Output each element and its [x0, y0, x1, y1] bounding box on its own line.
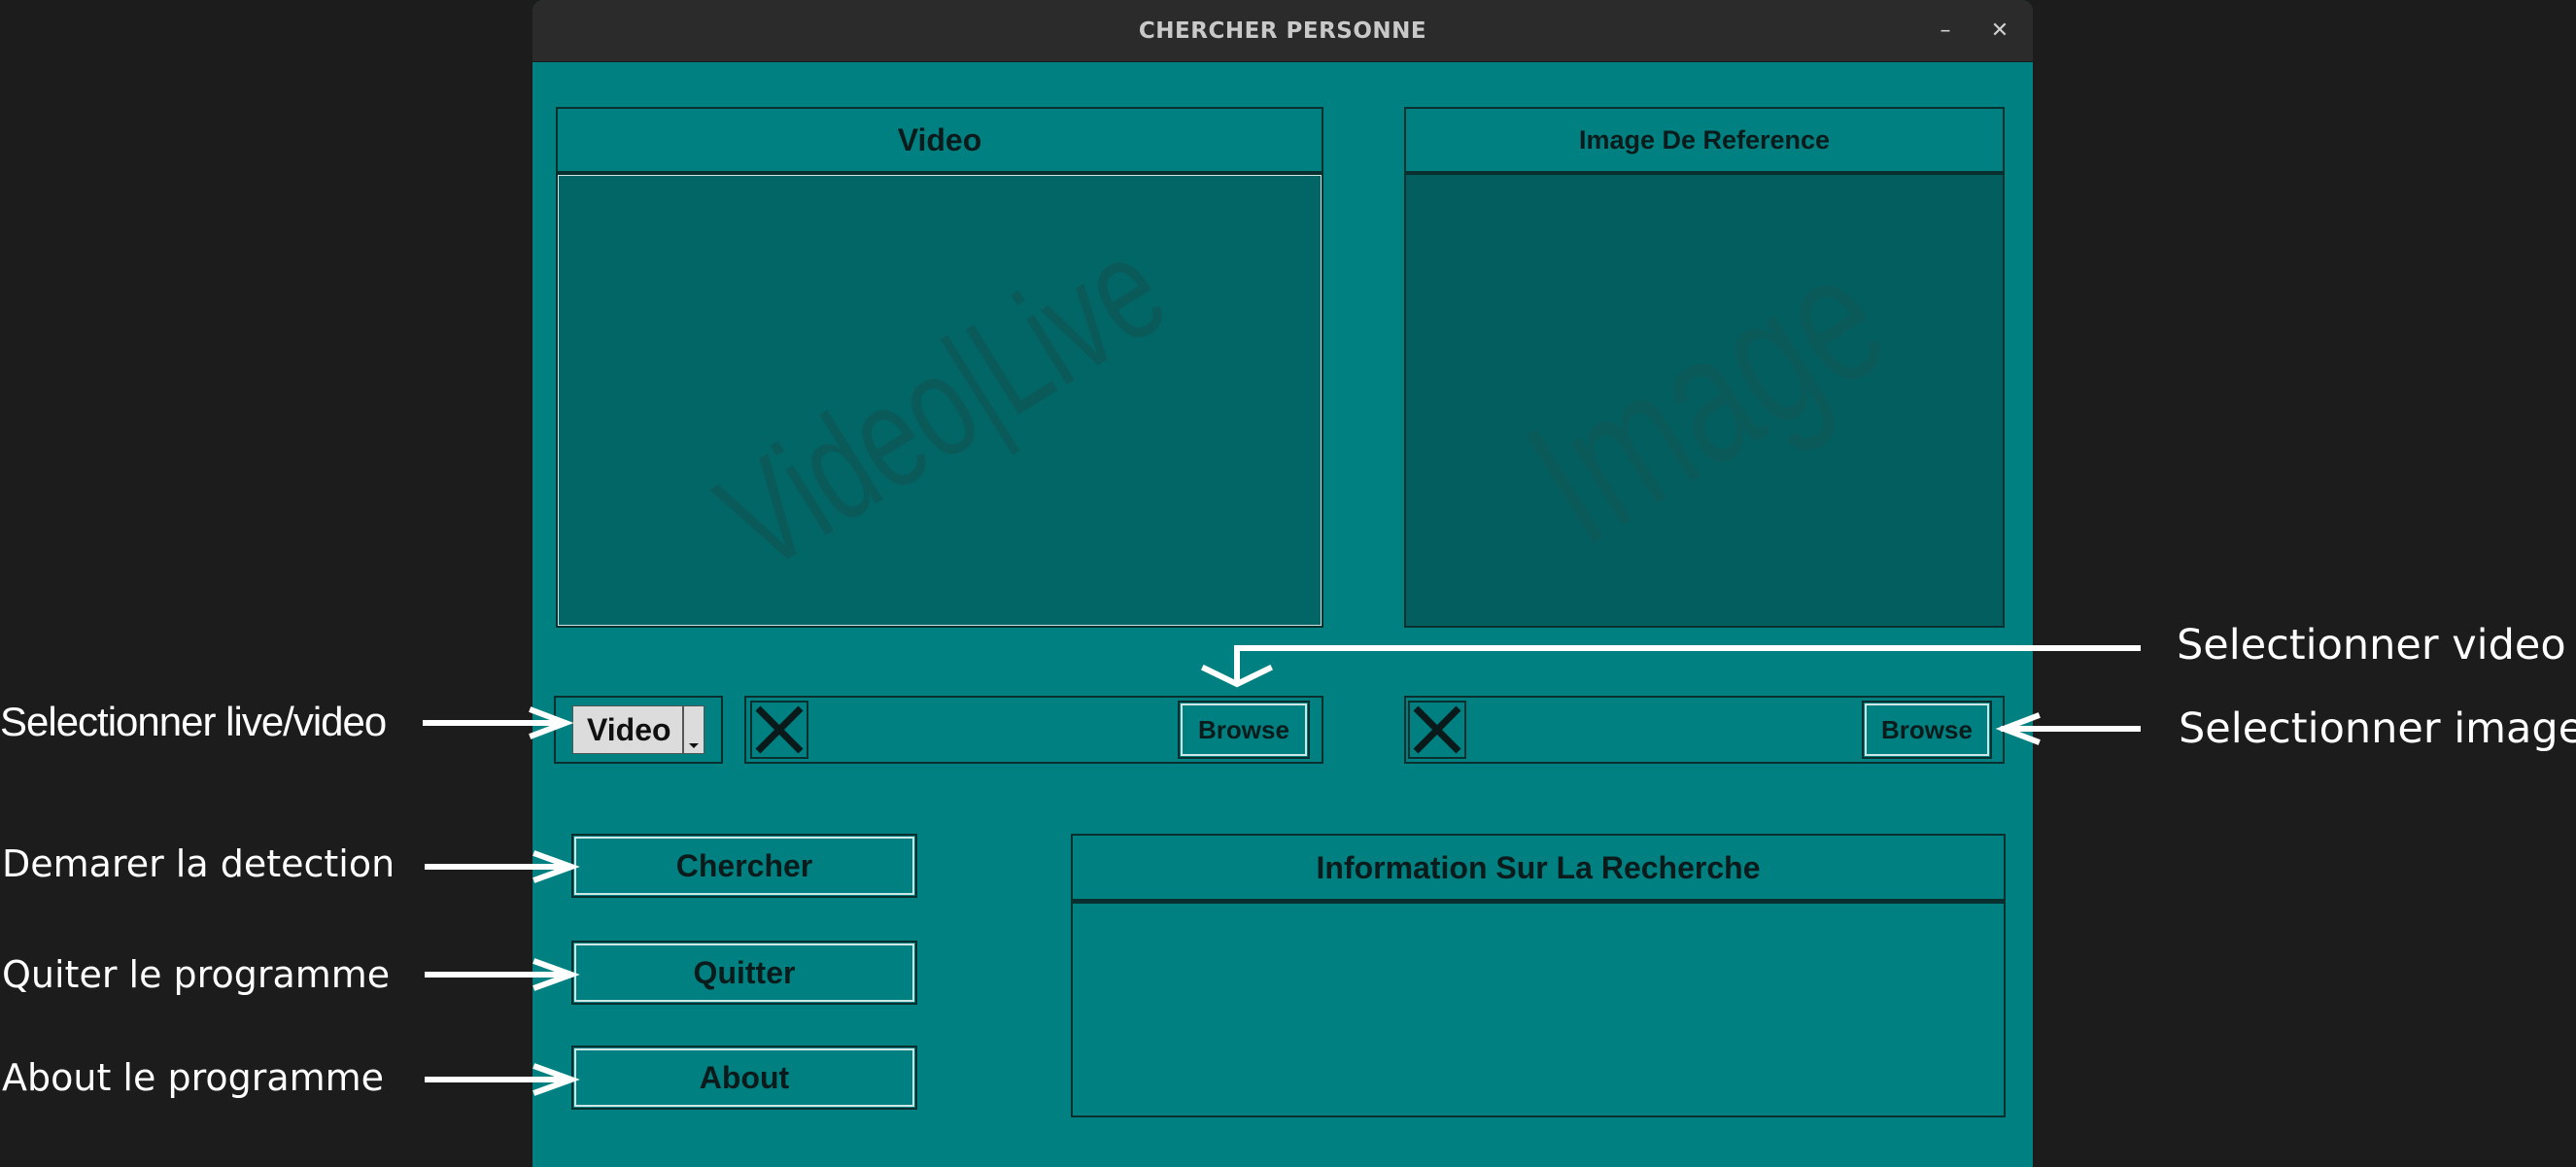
arrow-to-video-browse-icon	[1200, 645, 2141, 688]
arrow-to-image-browse-icon	[1995, 712, 2141, 745]
arrow-to-about-button-icon	[425, 1063, 580, 1096]
arrow-to-search-button-icon	[425, 850, 580, 883]
annotation-arrows	[423, 645, 2141, 1096]
arrow-to-source-select-icon	[423, 706, 574, 739]
arrow-to-quit-button-icon	[425, 958, 580, 991]
